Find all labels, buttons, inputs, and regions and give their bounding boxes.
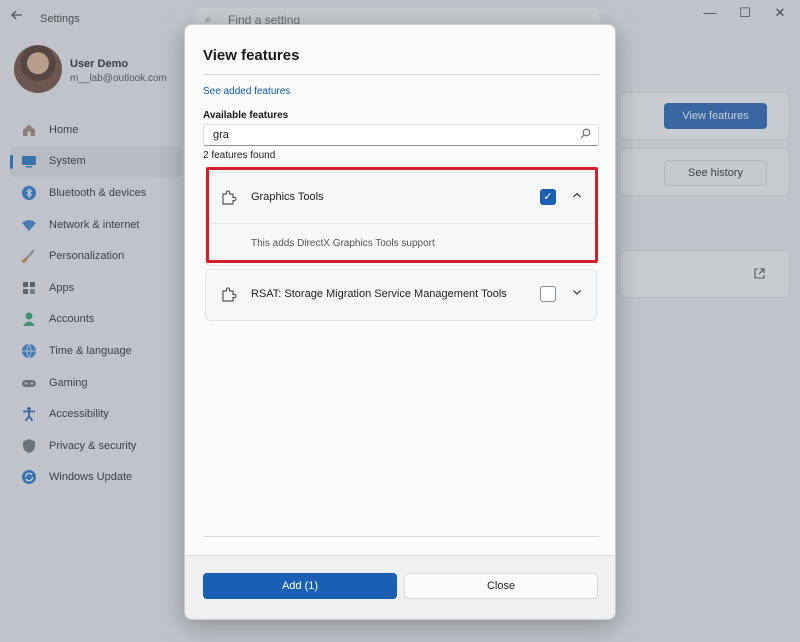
add-button[interactable]: Add (1) bbox=[203, 573, 397, 599]
feature-name: RSAT: Storage Migration Service Manageme… bbox=[251, 288, 507, 300]
divider bbox=[203, 74, 599, 75]
results-count: 2 features found bbox=[203, 150, 276, 161]
feature-checkbox-checked[interactable]: ✓ bbox=[540, 189, 556, 205]
feature-name: Graphics Tools bbox=[251, 191, 324, 203]
available-features-label: Available features bbox=[203, 110, 289, 121]
close-button[interactable]: Close bbox=[404, 573, 598, 599]
dialog-footer: Add (1) Close bbox=[185, 555, 615, 619]
feature-search-input[interactable]: gra bbox=[203, 124, 599, 146]
view-features-dialog: View features See added features Availab… bbox=[184, 24, 616, 620]
feature-item-rsat-storage-migration: RSAT: Storage Migration Service Manageme… bbox=[205, 269, 597, 321]
search-icon bbox=[580, 128, 591, 142]
feature-header[interactable]: Graphics Tools ✓ bbox=[206, 173, 596, 223]
feature-checkbox-unchecked[interactable] bbox=[540, 286, 556, 302]
chevron-up-icon[interactable] bbox=[569, 187, 585, 205]
divider bbox=[203, 536, 599, 537]
chevron-down-icon[interactable] bbox=[569, 284, 585, 302]
feature-header[interactable]: RSAT: Storage Migration Service Manageme… bbox=[206, 270, 596, 320]
puzzle-icon bbox=[220, 188, 238, 206]
puzzle-icon bbox=[220, 285, 238, 303]
feature-search-value: gra bbox=[213, 129, 229, 141]
see-added-features-link[interactable]: See added features bbox=[203, 86, 290, 97]
feature-item-graphics-tools: Graphics Tools ✓ This adds DirectX Graph… bbox=[205, 172, 597, 266]
feature-description: This adds DirectX Graphics Tools support bbox=[206, 223, 596, 265]
dialog-title: View features bbox=[203, 47, 300, 64]
